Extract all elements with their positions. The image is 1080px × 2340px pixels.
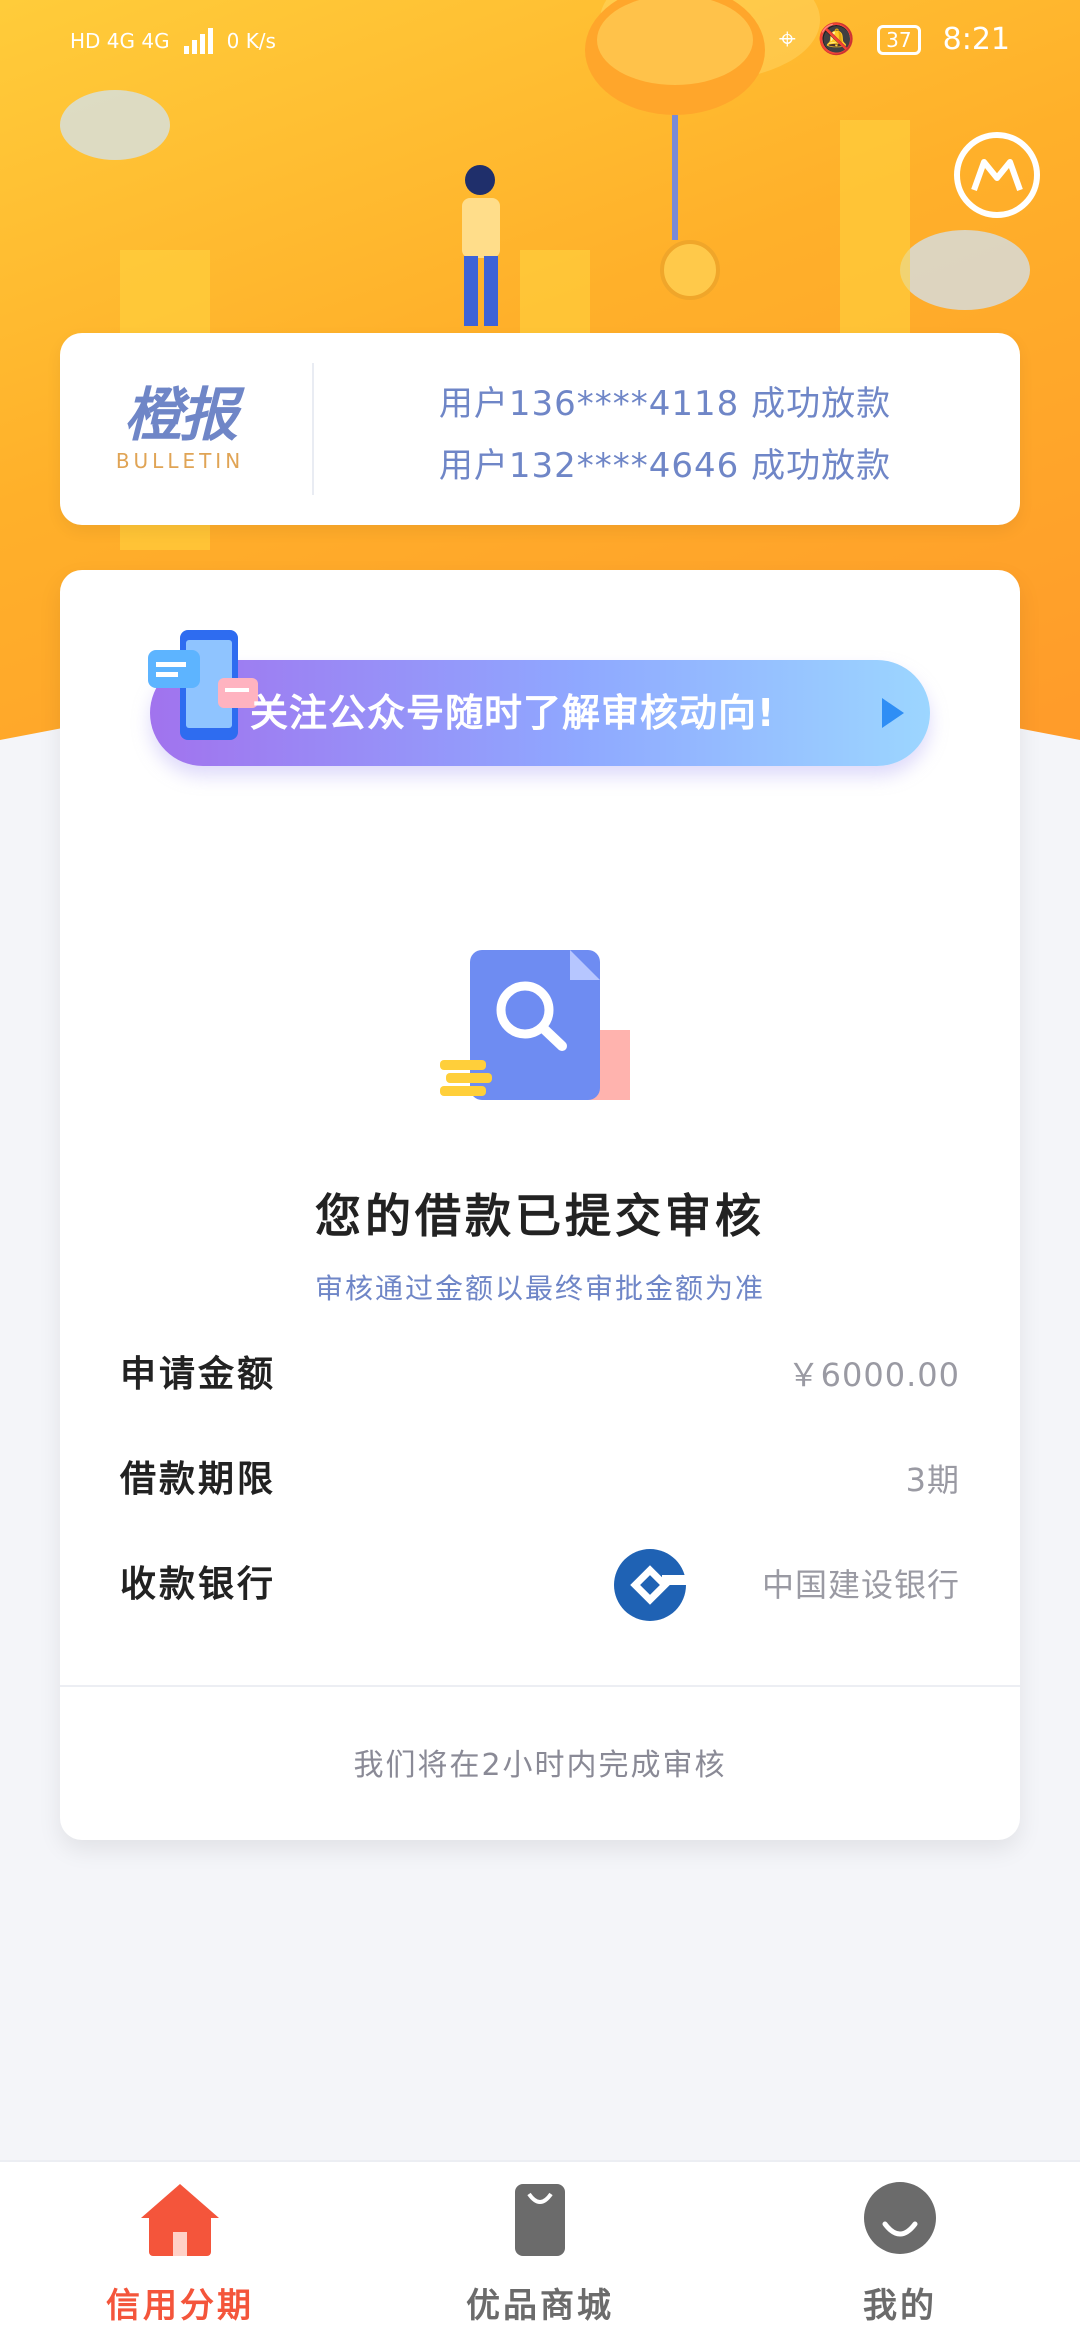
network-speed: 0 K/s — [226, 29, 276, 53]
divider — [60, 1685, 1020, 1687]
person-illustration — [462, 165, 500, 326]
nav-item-credit-installment[interactable]: 信用分期 — [60, 2180, 300, 2327]
network-indicator: HD 4G 4G — [70, 29, 170, 53]
nav-label: 信用分期 — [106, 2286, 254, 2326]
bulletin-logo-subtext: BULLETIN — [115, 449, 245, 473]
brand-logo-icon[interactable] — [954, 132, 1040, 218]
detail-row-term: 借款期限 3期 — [120, 1450, 960, 1510]
nav-label: 我的 — [863, 2286, 937, 2326]
detail-label: 借款期限 — [120, 1459, 277, 1500]
bulletin-item: 用户136****4118 成功放款 — [438, 384, 892, 424]
nav-item-mine[interactable]: 我的 — [780, 2180, 1020, 2327]
arrow-right-icon — [882, 698, 904, 728]
signal-icon — [183, 28, 213, 54]
detail-value: 3期 — [905, 1461, 960, 1499]
status-right: ⌖ 🔕 37 8:21 — [779, 22, 1010, 57]
document-search-illustration — [440, 950, 630, 1100]
shopping-bag-icon — [515, 2184, 565, 2256]
location-icon: ⌖ — [778, 22, 796, 57]
loan-status-card: 关注公众号随时了解审核动向! 您的借款已提交审核 审核通过金额以最终审批金额为准… — [60, 570, 1020, 1840]
bulletin-logo: 橙报 BULLETIN — [90, 383, 270, 473]
nav-item-mall[interactable]: 优品商城 — [420, 2180, 660, 2327]
detail-label: 收款银行 — [120, 1564, 277, 1605]
status-subtitle: 审核通过金额以最终审批金额为准 — [314, 1272, 765, 1305]
mute-icon: 🔕 — [817, 22, 856, 57]
bulletin-logo-text: 橙报 — [123, 381, 238, 449]
cloud-icon — [900, 230, 1030, 310]
clock: 8:21 — [942, 22, 1010, 57]
detail-row-amount: 申请金额 ￥6000.00 — [120, 1345, 960, 1405]
bottom-navigation: 信用分期 优品商城 我的 — [0, 2160, 1080, 2340]
follow-official-account-banner[interactable]: 关注公众号随时了解审核动向! — [148, 630, 930, 766]
battery-icon: 37 — [877, 24, 921, 55]
home-icon — [141, 2184, 219, 2256]
detail-value: ￥6000.00 — [787, 1356, 960, 1394]
profile-icon — [864, 2182, 936, 2254]
bulletin-list: 用户136****4118 成功放款 用户132****4646 成功放款 — [330, 373, 1000, 497]
banner-text: 关注公众号随时了解审核动向! — [250, 691, 776, 735]
bulletin-card: 橙报 BULLETIN 用户136****4118 成功放款 用户132****… — [60, 333, 1020, 525]
nav-label: 优品商城 — [466, 2286, 614, 2326]
bulletin-item: 用户132****4646 成功放款 — [438, 446, 892, 486]
status-left: HD 4G 4G 0 K/s — [70, 28, 276, 54]
detail-value: 中国建设银行 — [761, 1566, 960, 1604]
app-screen: HD 4G 4G 0 K/s ⌖ 🔕 37 8:21 橙报 BULLETIN 用… — [0, 0, 1080, 2340]
divider — [312, 363, 314, 495]
ccb-bank-logo-icon — [614, 1549, 690, 1621]
status-bar: HD 4G 4G 0 K/s ⌖ 🔕 37 8:21 — [0, 0, 1080, 90]
detail-row-bank: 收款银行 中国建设银行 — [120, 1549, 960, 1621]
detail-label: 申请金额 — [120, 1354, 277, 1395]
review-time-note: 我们将在2小时内完成审核 — [353, 1748, 727, 1783]
status-title: 您的借款已提交审核 — [315, 1189, 765, 1243]
cloud-icon — [60, 90, 170, 160]
